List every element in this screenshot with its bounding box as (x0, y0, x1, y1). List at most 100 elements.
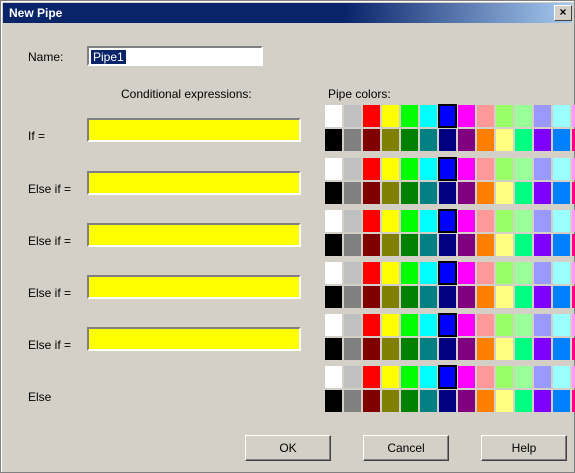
color-swatch[interactable] (382, 262, 399, 284)
color-swatch[interactable] (496, 314, 513, 336)
color-swatch[interactable] (458, 366, 475, 388)
color-swatch[interactable] (534, 234, 551, 256)
color-swatch[interactable] (401, 210, 418, 232)
color-swatch[interactable] (496, 182, 513, 204)
color-swatch[interactable] (496, 210, 513, 232)
color-swatch[interactable] (325, 234, 342, 256)
color-swatch[interactable] (344, 286, 361, 308)
color-swatch[interactable] (363, 105, 380, 127)
color-swatch[interactable] (458, 390, 475, 412)
color-swatch[interactable] (496, 129, 513, 151)
color-swatch[interactable] (382, 210, 399, 232)
color-swatch[interactable] (477, 390, 494, 412)
color-swatch[interactable] (382, 129, 399, 151)
color-swatch[interactable] (325, 338, 342, 360)
color-swatch[interactable] (439, 129, 456, 151)
color-swatch[interactable] (477, 262, 494, 284)
color-swatch[interactable] (420, 338, 437, 360)
color-swatch[interactable] (553, 390, 570, 412)
color-swatch[interactable] (363, 338, 380, 360)
color-swatch[interactable] (458, 158, 475, 180)
color-swatch[interactable] (515, 390, 532, 412)
color-swatch[interactable] (344, 129, 361, 151)
color-swatch[interactable] (477, 314, 494, 336)
color-swatch[interactable] (553, 314, 570, 336)
color-swatch[interactable] (382, 105, 399, 127)
name-input[interactable]: Pipe1 (87, 46, 263, 66)
color-swatch[interactable] (458, 234, 475, 256)
color-swatch[interactable] (325, 314, 342, 336)
color-swatch[interactable] (515, 210, 532, 232)
color-swatch[interactable] (420, 105, 437, 127)
color-swatch[interactable] (553, 105, 570, 127)
color-swatch[interactable] (420, 182, 437, 204)
color-swatch[interactable] (458, 129, 475, 151)
color-swatch[interactable] (382, 366, 399, 388)
color-swatch[interactable] (344, 262, 361, 284)
color-swatch[interactable] (420, 210, 437, 232)
color-swatch[interactable] (534, 390, 551, 412)
color-swatch[interactable] (458, 210, 475, 232)
color-swatch[interactable] (496, 105, 513, 127)
color-swatch[interactable] (534, 210, 551, 232)
color-swatch[interactable] (438, 157, 457, 181)
color-swatch[interactable] (534, 314, 551, 336)
condition-expression-input[interactable] (87, 171, 301, 195)
color-swatch[interactable] (363, 129, 380, 151)
color-swatch[interactable] (325, 158, 342, 180)
color-swatch[interactable] (363, 210, 380, 232)
color-swatch[interactable] (458, 314, 475, 336)
color-swatch[interactable] (477, 129, 494, 151)
help-button[interactable]: Help (481, 435, 567, 461)
color-swatch[interactable] (553, 129, 570, 151)
color-swatch[interactable] (363, 314, 380, 336)
color-swatch[interactable] (420, 262, 437, 284)
color-swatch[interactable] (438, 313, 457, 337)
color-swatch[interactable] (325, 105, 342, 127)
color-swatch[interactable] (458, 182, 475, 204)
color-swatch[interactable] (439, 234, 456, 256)
color-swatch[interactable] (553, 234, 570, 256)
color-swatch[interactable] (439, 286, 456, 308)
color-swatch[interactable] (515, 158, 532, 180)
color-swatch[interactable] (344, 234, 361, 256)
color-swatch[interactable] (344, 182, 361, 204)
color-swatch[interactable] (477, 210, 494, 232)
color-swatch[interactable] (420, 129, 437, 151)
color-swatch[interactable] (477, 182, 494, 204)
color-swatch[interactable] (344, 366, 361, 388)
color-swatch[interactable] (553, 182, 570, 204)
cancel-button[interactable]: Cancel (363, 435, 449, 461)
color-swatch[interactable] (420, 366, 437, 388)
color-swatch[interactable] (363, 366, 380, 388)
color-swatch[interactable] (477, 338, 494, 360)
condition-expression-input[interactable] (87, 223, 301, 247)
color-swatch[interactable] (477, 286, 494, 308)
close-icon[interactable]: × (554, 5, 572, 21)
color-swatch[interactable] (325, 210, 342, 232)
color-swatch[interactable] (344, 314, 361, 336)
color-swatch[interactable] (439, 390, 456, 412)
color-swatch[interactable] (439, 338, 456, 360)
color-swatch[interactable] (534, 338, 551, 360)
color-swatch[interactable] (515, 182, 532, 204)
color-swatch[interactable] (534, 366, 551, 388)
color-swatch[interactable] (438, 365, 457, 389)
condition-expression-input[interactable] (87, 275, 301, 299)
color-swatch[interactable] (515, 314, 532, 336)
color-swatch[interactable] (553, 286, 570, 308)
color-swatch[interactable] (477, 366, 494, 388)
color-swatch[interactable] (477, 105, 494, 127)
color-swatch[interactable] (515, 234, 532, 256)
color-swatch[interactable] (496, 286, 513, 308)
color-swatch[interactable] (325, 182, 342, 204)
color-swatch[interactable] (420, 390, 437, 412)
color-swatch[interactable] (515, 366, 532, 388)
color-swatch[interactable] (382, 182, 399, 204)
color-swatch[interactable] (401, 338, 418, 360)
color-swatch[interactable] (363, 234, 380, 256)
color-swatch[interactable] (344, 338, 361, 360)
color-swatch[interactable] (325, 262, 342, 284)
condition-expression-input[interactable] (87, 118, 301, 142)
color-swatch[interactable] (344, 390, 361, 412)
